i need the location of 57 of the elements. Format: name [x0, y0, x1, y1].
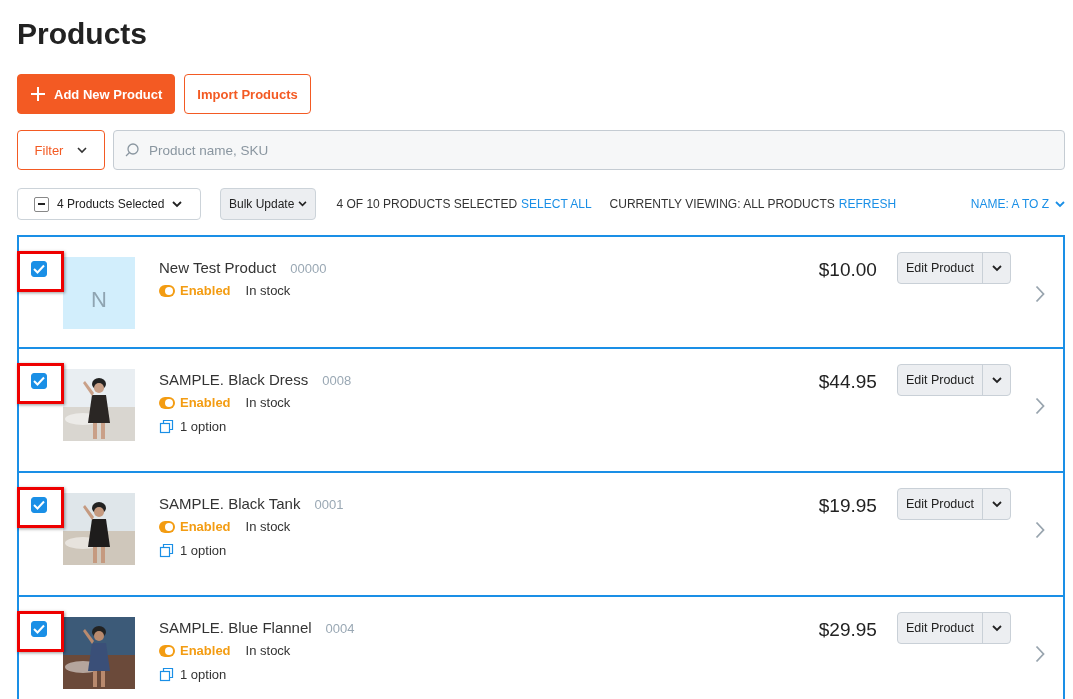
product-name[interactable]: SAMPLE. Blue Flannel: [159, 619, 312, 636]
plus-icon: [30, 86, 46, 102]
copies-icon: [159, 419, 174, 434]
product-name[interactable]: SAMPLE. Black Tank: [159, 495, 301, 512]
placeholder-letter: N: [91, 287, 107, 313]
chevron-down-icon: [172, 200, 183, 208]
toggle-icon[interactable]: [159, 520, 175, 533]
viewing-label: CURRENTLY VIEWING: ALL PRODUCTS: [609, 197, 835, 211]
checkbox[interactable]: [30, 621, 47, 637]
toggle-icon[interactable]: [159, 284, 175, 297]
chevron-down-icon: [991, 500, 1002, 508]
product-sku: 0001: [314, 497, 344, 512]
status-label: Enabled: [180, 395, 231, 410]
chevron-down-icon: [991, 264, 1002, 272]
sort-dropdown[interactable]: NAME: A TO Z: [970, 197, 1065, 211]
product-sku: 00000: [290, 261, 327, 276]
chevron-right-icon[interactable]: [1035, 285, 1045, 303]
bulk-update-button[interactable]: Bulk Update: [220, 188, 317, 220]
chevron-right-icon[interactable]: [1035, 521, 1045, 539]
search-icon: [124, 142, 140, 158]
product-price: $44.95: [818, 371, 877, 393]
product-name[interactable]: New Test Product: [159, 259, 277, 276]
product-sku: 0008: [322, 373, 352, 388]
status-label: Enabled: [180, 643, 231, 658]
copies-icon: [159, 667, 174, 682]
stock-label: In stock: [245, 395, 291, 410]
status-label: Enabled: [180, 283, 231, 298]
product-price: $19.95: [818, 495, 877, 517]
chevron-down-icon: [991, 376, 1002, 384]
checkbox[interactable]: [30, 373, 47, 389]
selection-count: 4 OF 10 PRODUCTS SELECTED: [336, 197, 518, 211]
product-sku: 0004: [325, 621, 355, 636]
chevron-right-icon[interactable]: [1035, 645, 1045, 663]
product-name[interactable]: SAMPLE. Black Dress: [159, 371, 309, 388]
chevron-down-icon: [1055, 200, 1065, 208]
stock-label: In stock: [245, 519, 291, 534]
options-label: 1 option: [180, 543, 227, 558]
status-label: Enabled: [180, 519, 231, 534]
toggle-icon[interactable]: [159, 396, 175, 409]
product-price: $29.95: [818, 619, 877, 641]
product-price: $10.00: [818, 259, 877, 281]
stock-label: In stock: [245, 643, 291, 658]
page-title: Products: [17, 16, 149, 52]
chevron-down-icon: [298, 201, 308, 207]
options-label: 1 option: [180, 419, 227, 434]
checkbox[interactable]: [30, 497, 47, 513]
chevron-down-icon: [991, 624, 1002, 632]
toggle-icon[interactable]: [159, 644, 175, 657]
chevron-down-icon: [77, 146, 88, 154]
options-label: 1 option: [180, 667, 227, 682]
stock-label: In stock: [245, 283, 291, 298]
copies-icon: [159, 543, 174, 558]
chevron-right-icon[interactable]: [1035, 397, 1045, 415]
checkbox[interactable]: [30, 261, 47, 277]
minus-checkbox-icon: [34, 196, 49, 212]
search-field[interactable]: Product name, SKU: [113, 130, 1065, 170]
selection-dropdown[interactable]: 4 Products Selected: [17, 188, 201, 220]
